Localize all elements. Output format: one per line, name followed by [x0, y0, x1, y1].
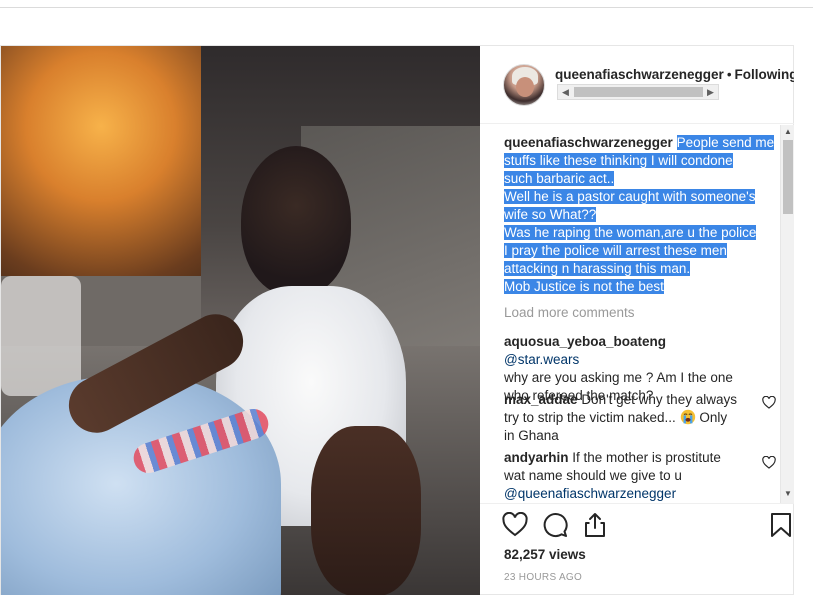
scroll-down-arrow-icon[interactable]: ▼	[781, 487, 794, 501]
caption-line: stuffs like these thinking I will condon…	[504, 153, 733, 168]
following-button[interactable]: Following	[735, 67, 794, 82]
post-timestamp[interactable]: 23 HOURS AGO	[504, 572, 582, 583]
horizontal-scrollbar[interactable]: ◀ ▶	[557, 84, 719, 100]
comment-username[interactable]: andyarhin	[504, 450, 569, 465]
caption-line: People send me	[676, 135, 775, 150]
caption-line: wife so What??	[504, 207, 597, 222]
comment-mention[interactable]: @star.wears	[504, 352, 579, 367]
post-caption: queenafiaschwarzenegger People send me s…	[504, 134, 776, 296]
header-separator: •	[726, 67, 732, 82]
top-divider	[0, 7, 813, 8]
comment-username[interactable]: max_addae	[504, 392, 578, 407]
scroll-up-arrow-icon[interactable]: ▲	[781, 125, 794, 139]
header-user-line: queenafiaschwarzenegger • Following	[555, 67, 794, 82]
caption-line: Well he is a pastor caught with someone'…	[504, 189, 756, 204]
video-frame-figure-leg	[311, 426, 421, 595]
comment: andyarhin If the mother is prostitute wa…	[504, 449, 744, 503]
comment-text: try to strip the victim naked...	[504, 410, 676, 425]
comments-vertical-scrollbar[interactable]: ▲ ▼	[780, 125, 794, 503]
caption-username[interactable]: queenafiaschwarzenegger	[504, 135, 673, 150]
comment-text: If the mother is prostitute	[572, 450, 721, 465]
post-dialog: queenafiaschwarzenegger • Following ◀ ▶ qu…	[0, 45, 794, 595]
bookmark-icon[interactable]	[768, 512, 794, 538]
comment: max_addae Don't get why they always try …	[504, 391, 744, 445]
comment-username[interactable]: aquosua_yeboa_boateng	[504, 334, 666, 349]
horizontal-scroll-thumb[interactable]	[574, 87, 703, 97]
comment-like-heart-icon[interactable]	[762, 456, 776, 469]
post-side-panel: queenafiaschwarzenegger • Following ◀ ▶ qu…	[480, 46, 794, 595]
loudly-crying-face-emoji-icon	[680, 409, 695, 425]
caption-line: I pray the police will arrest these men	[504, 243, 727, 258]
comment-text: why are you asking me ? Am I the one	[504, 370, 733, 385]
share-icon[interactable]	[582, 512, 608, 538]
avatar[interactable]	[503, 64, 545, 106]
scroll-left-arrow-icon[interactable]: ◀	[559, 86, 572, 98]
load-more-comments-button[interactable]: Load more comments	[504, 305, 635, 320]
header-username[interactable]: queenafiaschwarzenegger	[555, 67, 724, 82]
heart-icon[interactable]	[502, 512, 528, 538]
avatar-face	[516, 77, 534, 97]
scroll-right-arrow-icon[interactable]: ▶	[704, 86, 717, 98]
comment-like-heart-icon[interactable]	[762, 396, 776, 409]
comment-text: Only	[699, 410, 728, 425]
post-header: queenafiaschwarzenegger • Following ◀ ▶	[480, 46, 794, 124]
video-frame-left-object	[1, 276, 81, 396]
comments-section[interactable]: queenafiaschwarzenegger People send me s…	[480, 125, 794, 503]
comment-icon[interactable]	[542, 512, 568, 538]
comment-mention[interactable]: @queenafiaschwarzenegger	[504, 486, 676, 501]
comment-text: Don't get why they always	[581, 392, 737, 407]
comment-text: in Ghana	[504, 428, 559, 443]
post-actions: 82,257 views 23 HOURS AGO	[480, 503, 794, 595]
vertical-scroll-thumb[interactable]	[783, 140, 793, 214]
video-player[interactable]	[1, 46, 480, 595]
video-frame-figure-head	[241, 146, 351, 296]
caption-line: attacking n harassing this man.	[504, 261, 691, 276]
view-count[interactable]: 82,257 views	[504, 547, 586, 562]
caption-line: such barbaric act..	[504, 171, 615, 186]
caption-line: Mob Justice is not the best	[504, 279, 664, 294]
comment-text: wat name should we give to u	[504, 468, 682, 483]
caption-line: Was he raping the woman,are u the police	[504, 225, 757, 240]
